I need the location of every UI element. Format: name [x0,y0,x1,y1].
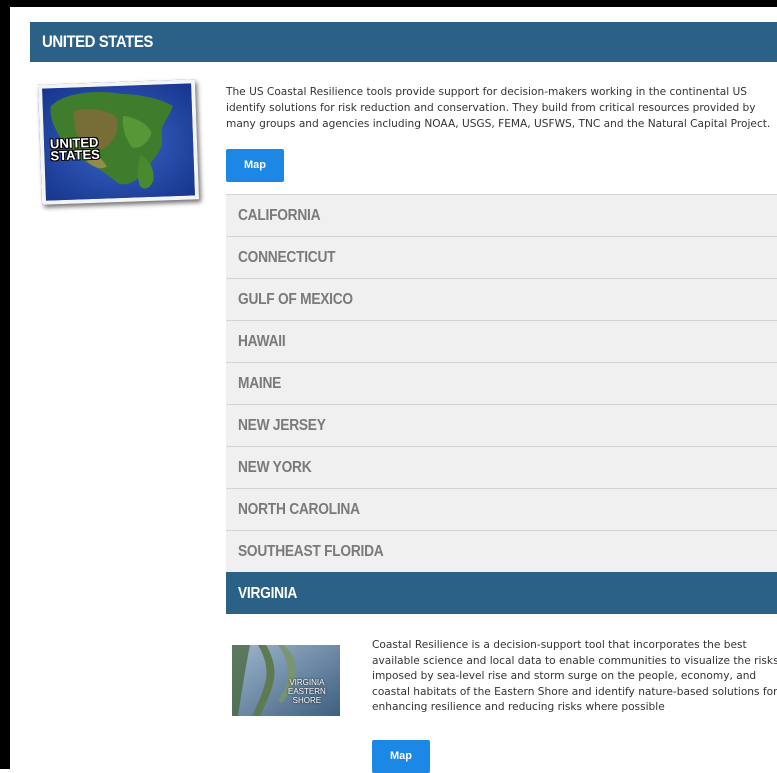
virginia-map-button[interactable]: Map [372,740,430,773]
region-item-new-jersey[interactable]: NEW JERSEY [226,404,777,446]
region-label: GULF OF MEXICO [238,291,353,308]
us-map-button[interactable]: Map [226,149,284,182]
region-accordion: CALIFORNIA CONNECTICUT GULF OF MEXICO HA… [226,194,777,614]
region-label: NEW JERSEY [238,417,326,434]
region-item-virginia[interactable]: VIRGINIA [226,572,777,614]
section-title: UNITED STATES [42,32,153,51]
region-label: NEW YORK [238,459,312,476]
us-image-label: UNITED STATES [49,134,101,164]
region-item-maine[interactable]: MAINE [226,362,777,404]
virginia-image-label: VIRGINIA EASTERN SHORE [288,678,326,705]
section-header: UNITED STATES [30,22,777,62]
region-item-hawaii[interactable]: HAWAII [226,320,777,362]
united-states-map-image: UNITED STATES [37,79,200,205]
region-label: CALIFORNIA [238,207,321,224]
region-item-new-york[interactable]: NEW YORK [226,446,777,488]
region-label: HAWAII [238,333,286,350]
region-label: MAINE [238,375,282,392]
region-label: CONNECTICUT [238,249,336,266]
region-item-connecticut[interactable]: CONNECTICUT [226,236,777,278]
page-frame: UNITED STATES UNITED STATES The US Coast… [0,0,777,773]
region-item-gulf-of-mexico[interactable]: GULF OF MEXICO [226,278,777,320]
virginia-description: Coastal Resilience is a decision-support… [372,639,777,713]
virginia-eastern-shore-image: VIRGINIA EASTERN SHORE [232,645,340,716]
region-item-southeast-florida[interactable]: SOUTHEAST FLORIDA [226,530,777,572]
region-item-california[interactable]: CALIFORNIA [226,194,777,236]
region-item-north-carolina[interactable]: NORTH CAROLINA [226,488,777,530]
region-label: NORTH CAROLINA [238,501,360,518]
region-label: SOUTHEAST FLORIDA [238,543,384,560]
region-label: VIRGINIA [238,585,298,602]
us-description: The US Coastal Resilience tools provide … [226,86,771,130]
